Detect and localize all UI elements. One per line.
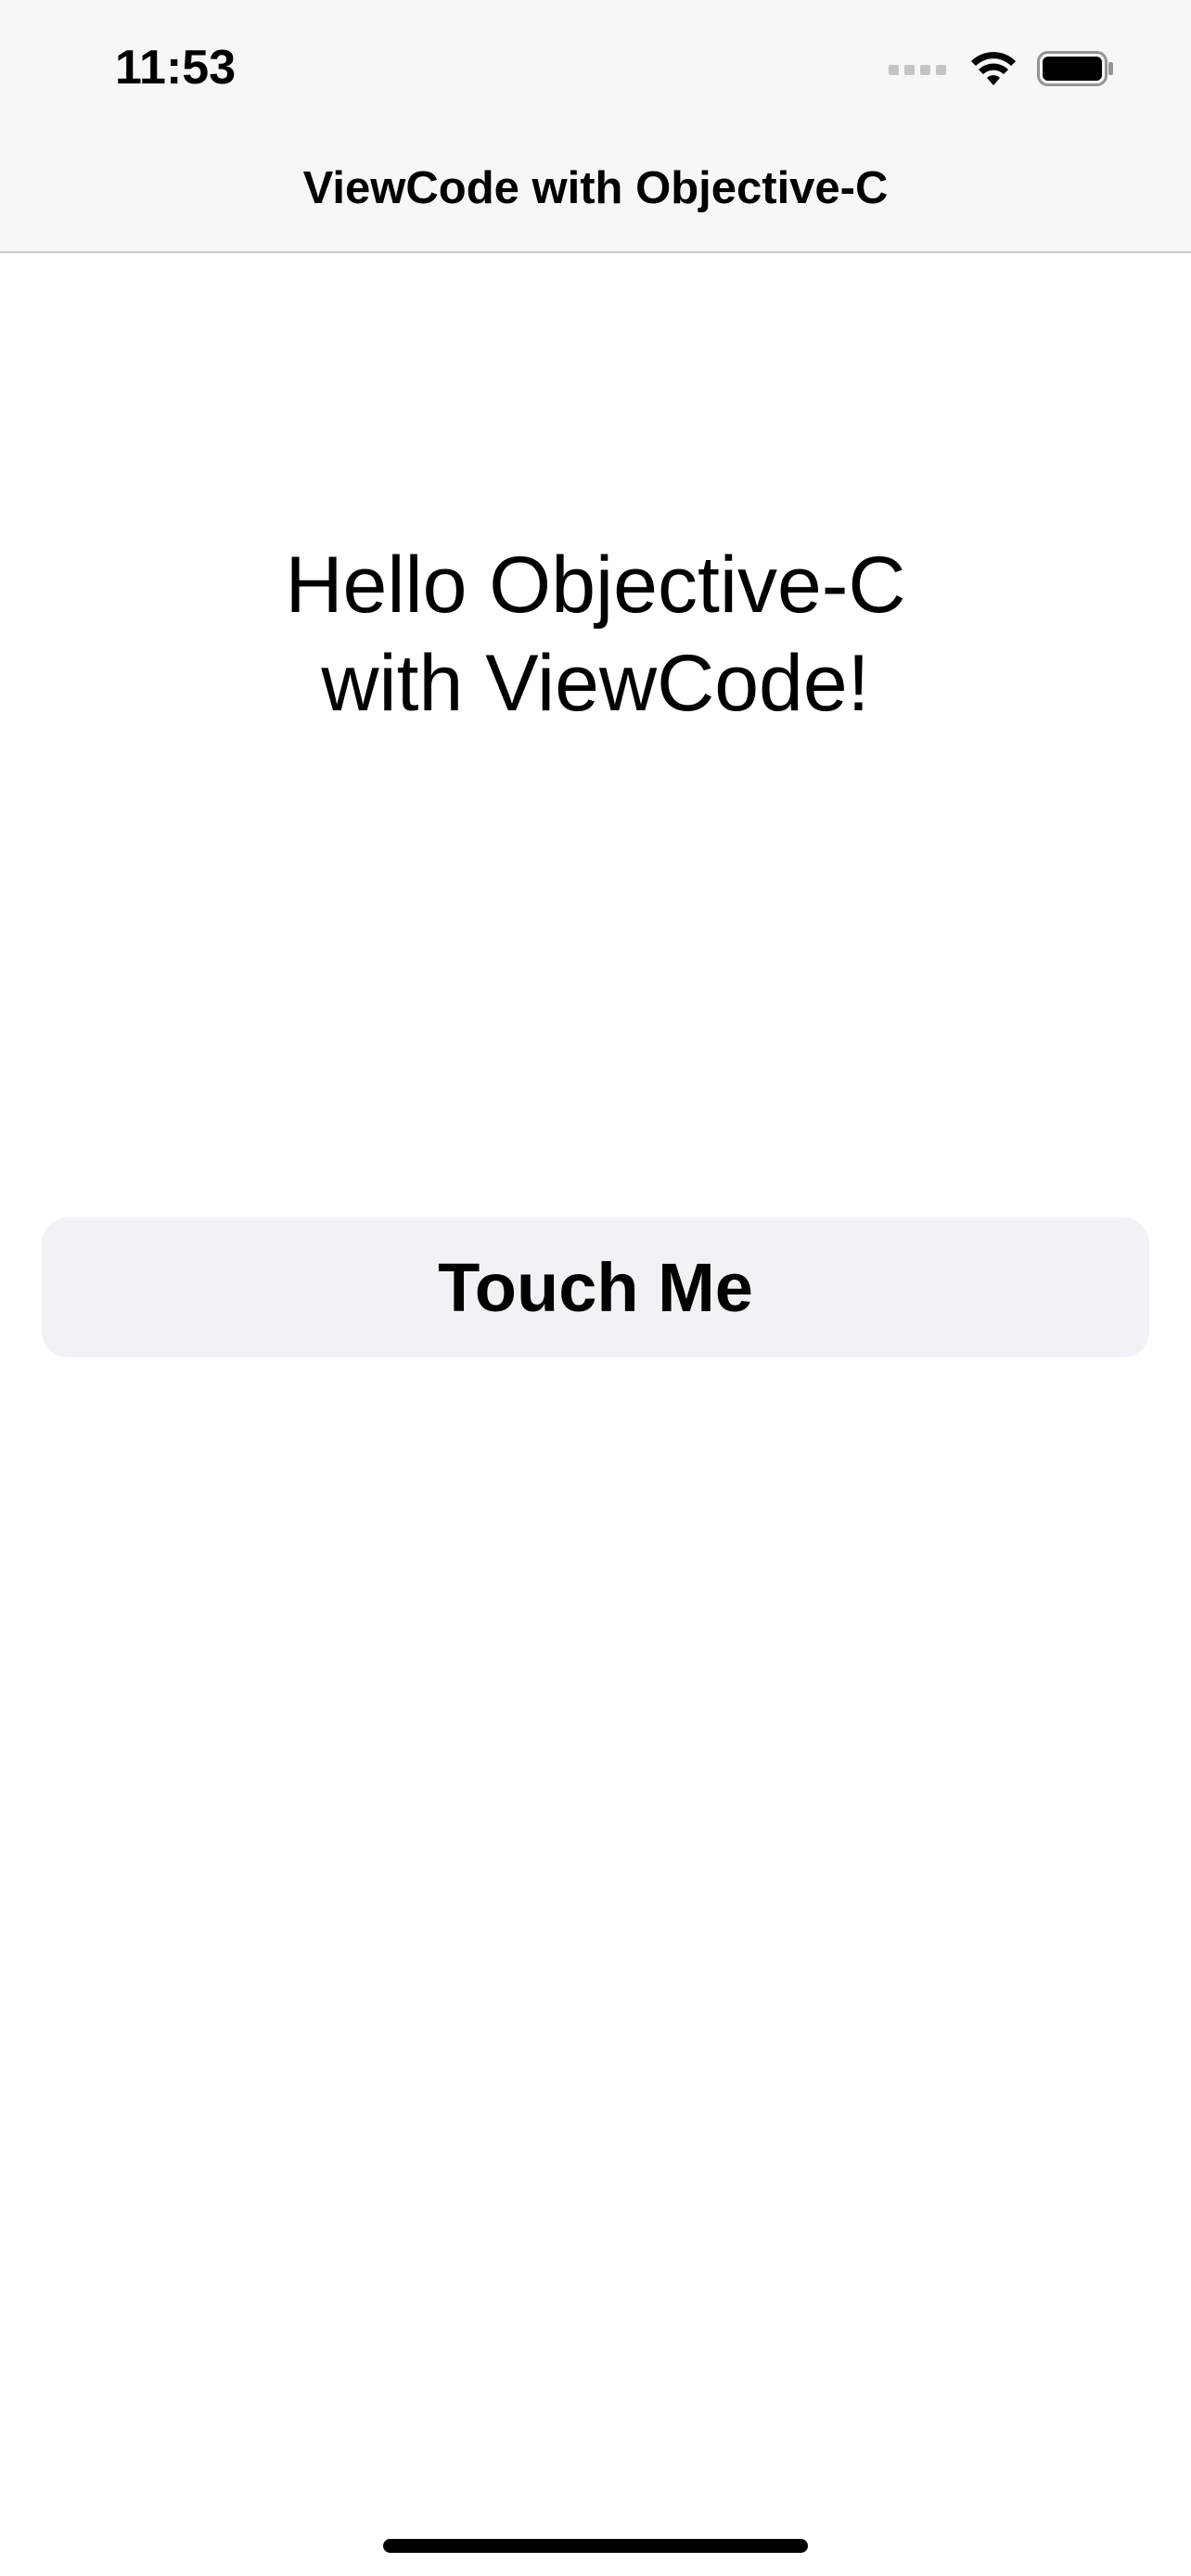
touch-me-button[interactable]: Touch Me — [42, 1218, 1149, 1358]
app-screen: 11:53 ViewCode with Objective-C Hello Ob… — [0, 0, 1191, 2576]
battery-icon — [1037, 51, 1113, 86]
status-bar-time: 11:53 — [115, 41, 237, 95]
home-indicator[interactable] — [383, 2539, 808, 2553]
hello-label: Hello Objective-C with ViewCode! — [285, 541, 906, 728]
nav-title: ViewCode with Objective-C — [302, 163, 889, 213]
signal-icon — [889, 65, 946, 75]
status-bar-icons — [889, 45, 1115, 93]
navigation-header: 11:53 ViewCode with Objective-C — [0, 0, 1191, 253]
wifi-icon — [971, 52, 1016, 85]
